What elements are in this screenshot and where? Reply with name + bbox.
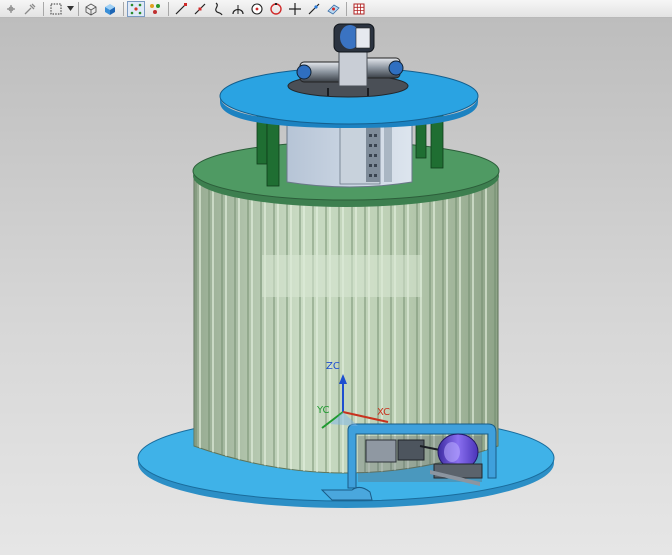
shaded-view-icon[interactable] bbox=[101, 1, 119, 17]
arc-center-icon[interactable] bbox=[229, 1, 247, 17]
point-on-curve-icon[interactable] bbox=[305, 1, 323, 17]
yc-axis-label: YC bbox=[317, 405, 330, 416]
top-drive-assembly[interactable] bbox=[287, 23, 409, 98]
toolbar-separator bbox=[43, 1, 44, 16]
snap-grid-icon[interactable] bbox=[146, 1, 164, 17]
intersection-point-icon[interactable] bbox=[286, 1, 304, 17]
selection-dropdown-icon[interactable] bbox=[66, 1, 75, 17]
zc-axis-label: ZC bbox=[326, 361, 340, 372]
graphics-viewport[interactable]: ZC YC XC bbox=[0, 18, 672, 555]
xc-axis-label: XC bbox=[377, 407, 391, 418]
model-scene bbox=[137, 23, 555, 508]
selection-box-icon[interactable] bbox=[47, 1, 65, 17]
end-point-icon[interactable] bbox=[172, 1, 190, 17]
view-toolbar bbox=[0, 0, 672, 18]
toolbar-separator bbox=[346, 1, 347, 16]
quadrant-point-icon[interactable] bbox=[267, 1, 285, 17]
mid-point-icon[interactable] bbox=[191, 1, 209, 17]
wcs-triad[interactable]: ZC YC XC bbox=[310, 360, 400, 440]
curve-point-icon[interactable] bbox=[210, 1, 228, 17]
snap-options-icon[interactable] bbox=[21, 1, 39, 17]
toolbar-separator bbox=[168, 1, 169, 16]
toolbar-separator bbox=[123, 1, 124, 16]
triad-axes bbox=[321, 374, 389, 429]
snap-point-icon[interactable] bbox=[2, 1, 20, 17]
toolbar-separator bbox=[78, 1, 79, 16]
grid-view-icon[interactable] bbox=[350, 1, 368, 17]
circle-center-icon[interactable] bbox=[248, 1, 266, 17]
wireframe-view-icon[interactable] bbox=[82, 1, 100, 17]
point-on-face-icon[interactable] bbox=[324, 1, 342, 17]
point-filter-icon[interactable] bbox=[127, 0, 145, 17]
